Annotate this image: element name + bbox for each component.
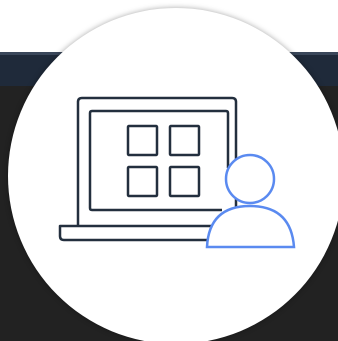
user-head	[224, 153, 276, 205]
laptop-icon	[58, 96, 238, 242]
laptop-user-illustration	[58, 96, 296, 249]
user-body	[205, 204, 296, 249]
app-grid-cell	[126, 124, 159, 157]
user-icon	[205, 153, 296, 249]
app-grid-cell	[126, 165, 159, 198]
laptop-screen-inner	[88, 109, 230, 212]
laptop-screen-outer	[76, 96, 238, 228]
app-grid-icon	[126, 124, 201, 198]
icon-stage	[0, 0, 338, 341]
app-grid-cell	[168, 165, 201, 198]
app-grid-cell	[168, 124, 201, 157]
laptop-base	[58, 224, 212, 242]
